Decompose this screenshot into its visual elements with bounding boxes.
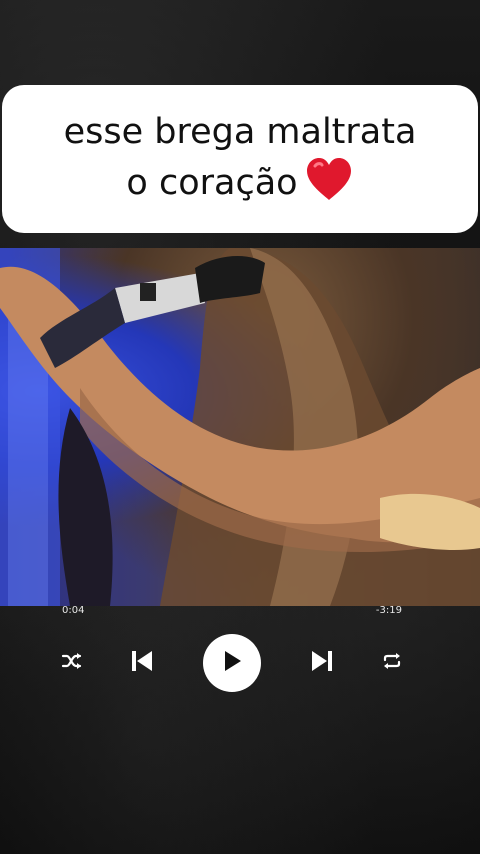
repeat-icon [381, 651, 403, 675]
repeat-button[interactable] [363, 634, 421, 692]
caption-card: esse brega maltrata o coração [2, 85, 478, 233]
play-button-circle [203, 634, 261, 692]
skip-previous-icon [130, 650, 154, 676]
screen: esse brega maltrata o coração 0:04 -3:19 [0, 0, 480, 854]
caption-line-2: o coração [126, 162, 298, 203]
remaining-time: -3:19 [375, 605, 402, 616]
play-icon [222, 650, 242, 676]
shuffle-button[interactable] [43, 634, 101, 692]
caption-line-2-row: o coração [126, 156, 353, 207]
heart-icon [304, 156, 354, 202]
elapsed-time: 0:04 [62, 605, 85, 616]
previous-button[interactable] [113, 634, 171, 692]
next-button[interactable] [293, 634, 351, 692]
shuffle-icon [61, 652, 83, 674]
video-player[interactable] [0, 248, 480, 606]
play-button[interactable] [203, 634, 261, 692]
playback-controls [0, 634, 480, 692]
skip-next-icon [310, 650, 334, 676]
caption-line-1: esse brega maltrata [63, 111, 417, 152]
